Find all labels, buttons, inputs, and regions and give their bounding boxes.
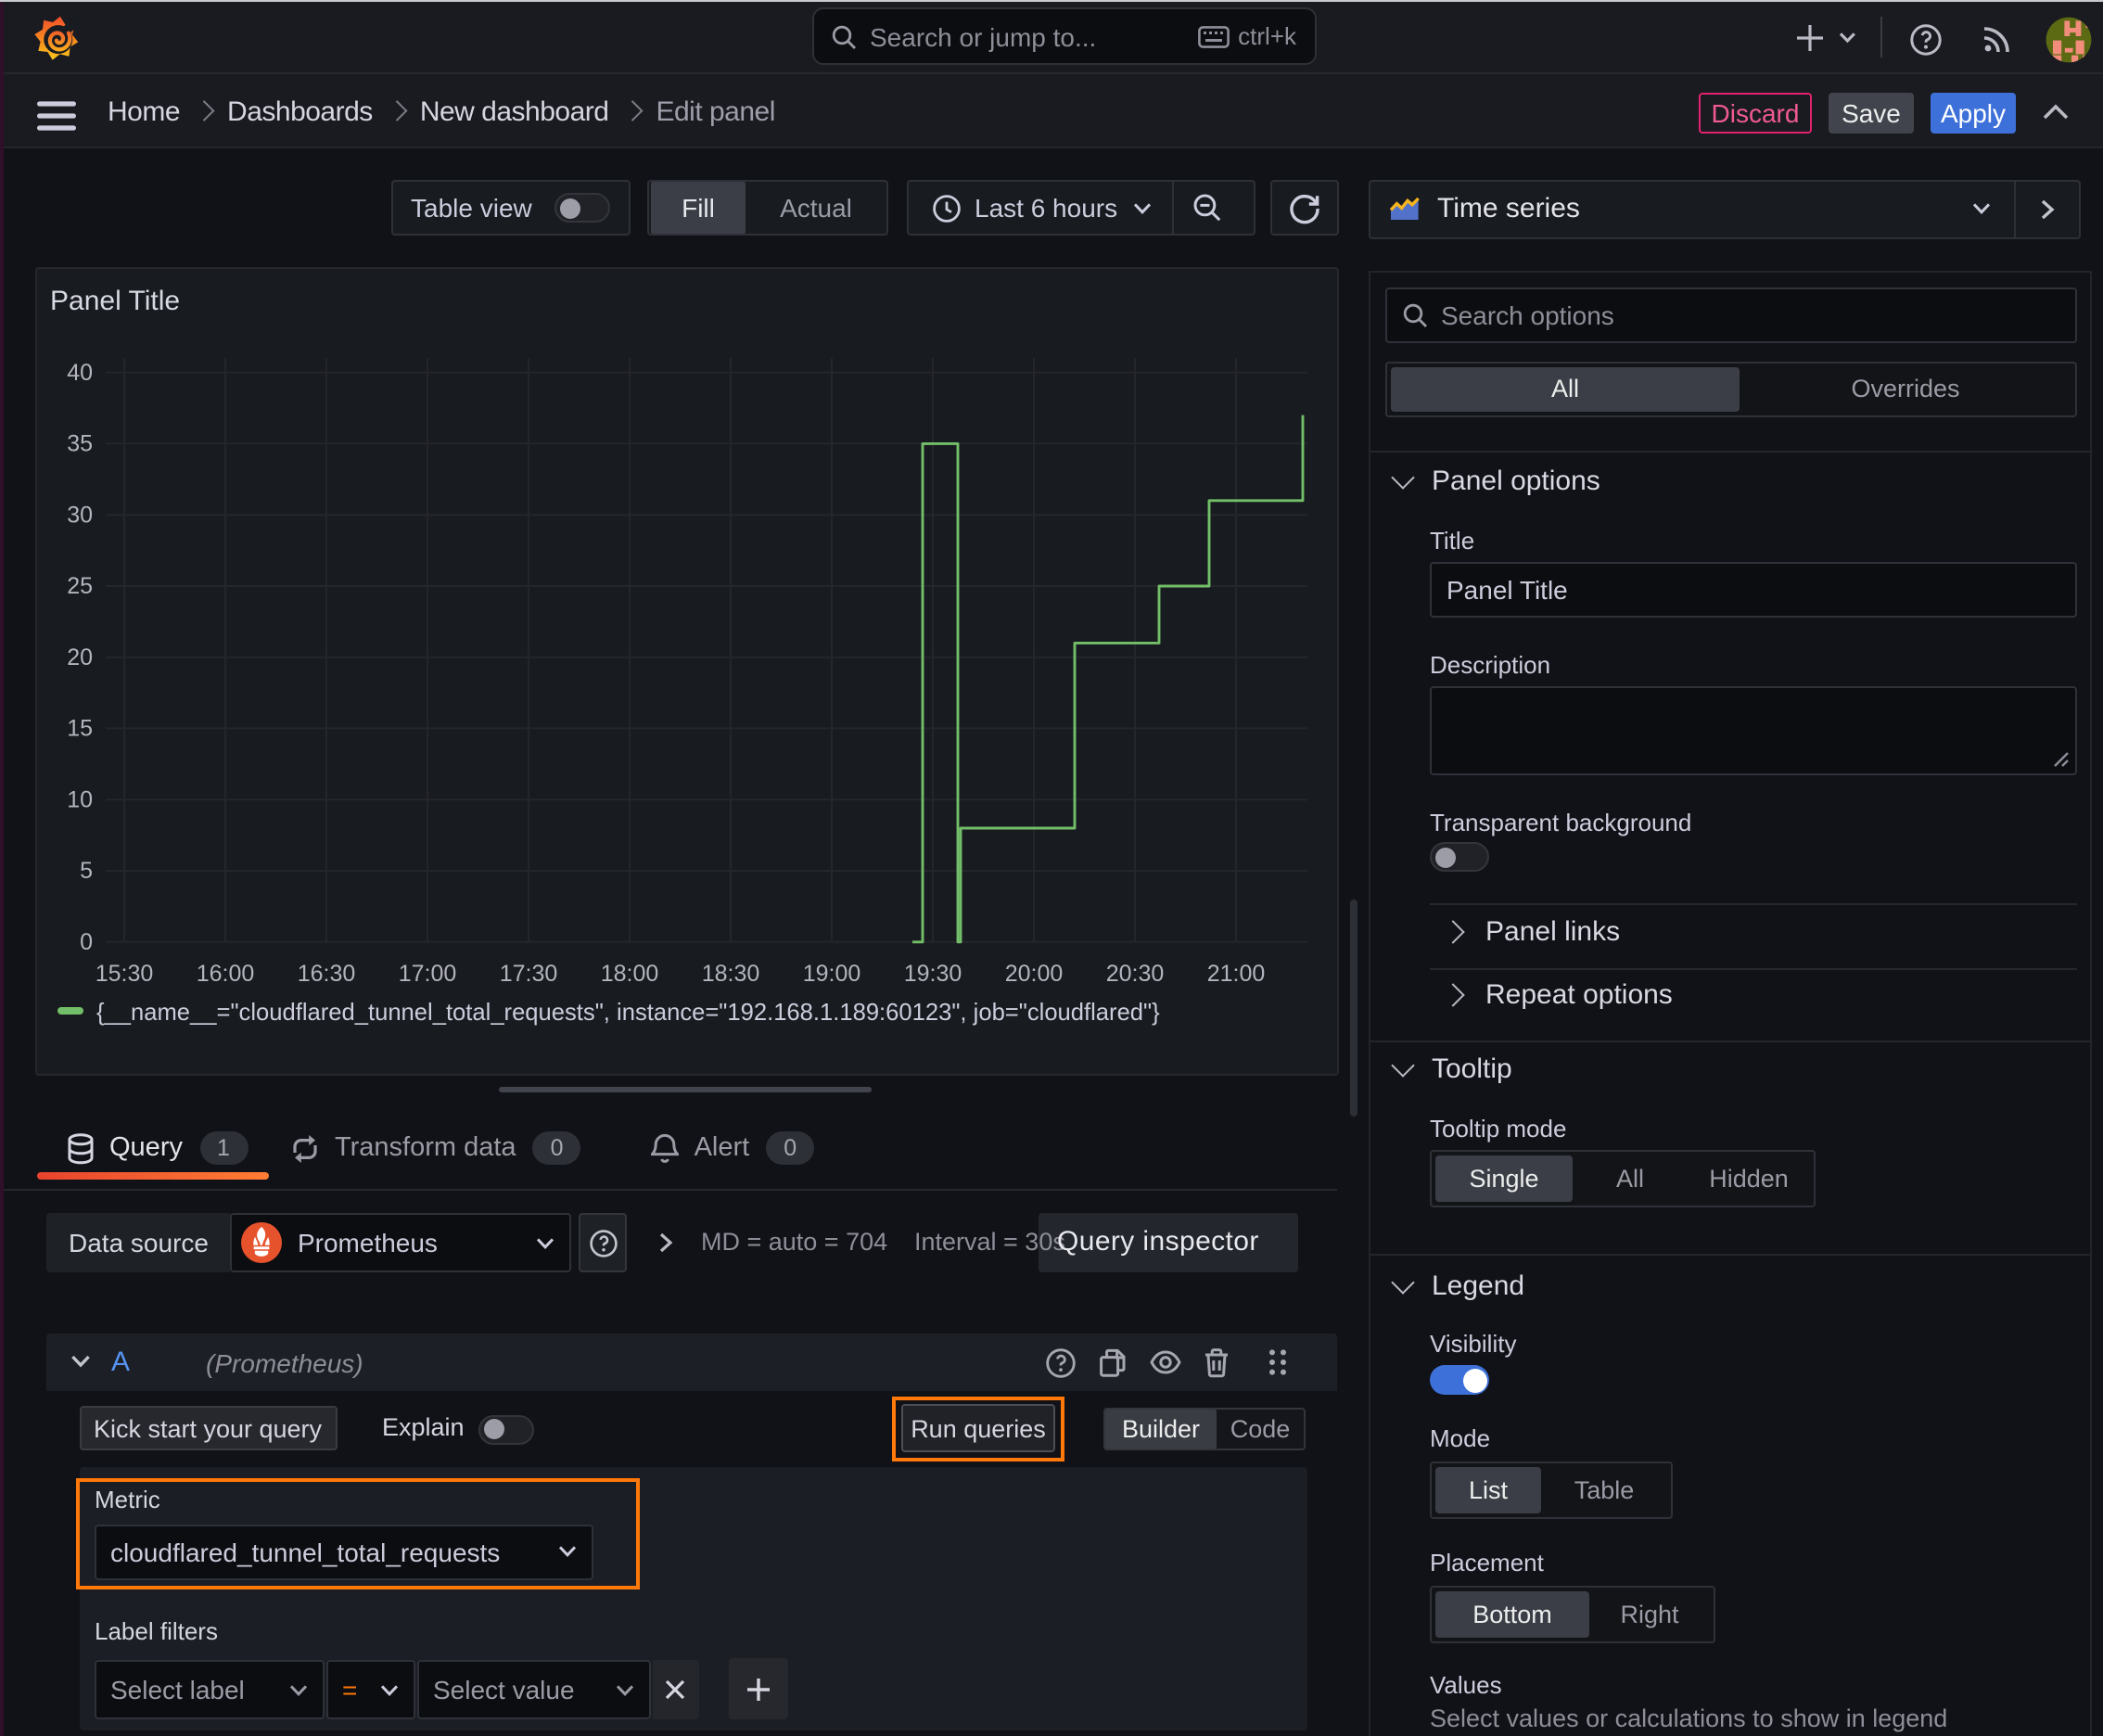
svg-text:20:00: 20:00 — [1005, 960, 1064, 986]
svg-text:16:00: 16:00 — [197, 960, 255, 986]
svg-text:19:30: 19:30 — [904, 960, 962, 986]
svg-text:19:00: 19:00 — [803, 960, 861, 986]
svg-text:17:00: 17:00 — [399, 960, 457, 986]
svg-text:25: 25 — [67, 572, 93, 598]
svg-text:15:30: 15:30 — [96, 960, 154, 986]
svg-text:20:30: 20:30 — [1106, 960, 1165, 986]
svg-text:0: 0 — [80, 928, 93, 954]
svg-text:21:00: 21:00 — [1207, 960, 1266, 986]
svg-text:10: 10 — [67, 785, 93, 811]
svg-text:20: 20 — [67, 644, 93, 670]
svg-text:18:00: 18:00 — [601, 960, 659, 986]
svg-text:18:30: 18:30 — [702, 960, 760, 986]
svg-text:16:30: 16:30 — [298, 960, 356, 986]
svg-text:30: 30 — [67, 501, 93, 527]
svg-text:17:30: 17:30 — [500, 960, 558, 986]
svg-text:35: 35 — [67, 430, 93, 456]
svg-text:5: 5 — [80, 857, 93, 883]
svg-text:15: 15 — [67, 715, 93, 741]
svg-text:{__name__="cloudflared_tunnel_: {__name__="cloudflared_tunnel_total_requ… — [96, 999, 1160, 1025]
svg-text:40: 40 — [67, 359, 93, 385]
